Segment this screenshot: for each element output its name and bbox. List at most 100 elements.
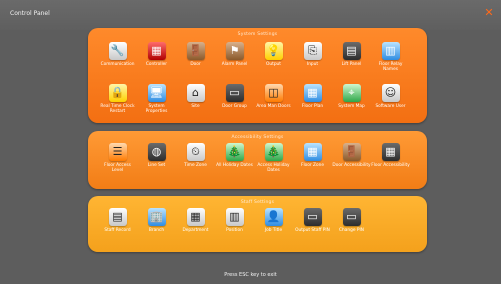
staff-record-icon: ▤	[108, 208, 127, 226]
position-icon: ▥	[225, 208, 244, 226]
map-icon: ⌖	[342, 84, 361, 102]
output-pin-icon: ▭	[303, 208, 322, 226]
control-tile-2-0[interactable]: ▤ Staff Record	[98, 208, 137, 250]
control-tile-label: Site	[191, 104, 200, 109]
area-icon: ◫	[264, 84, 283, 102]
lightbulb-icon: 💡	[264, 42, 283, 60]
control-tile-0-11[interactable]: ▭ Door Group	[215, 84, 254, 126]
control-tile-0-12[interactable]: ◫ Area Man Doors	[254, 84, 293, 126]
home-icon: ⌂	[186, 84, 205, 102]
control-tile-0-5[interactable]: ⎘ Input	[293, 42, 332, 84]
control-tile-label: Input	[306, 62, 319, 67]
input-icon: ⎘	[303, 42, 322, 60]
control-tile-label: System Map	[338, 104, 365, 109]
holiday-tree-icon: 🎄	[225, 143, 244, 161]
control-tile-0-4[interactable]: 💡 Output	[254, 42, 293, 84]
control-tile-2-2[interactable]: ▦ Department	[176, 208, 215, 250]
accessibility-settings-grid: ☰ Floor Access Level ◍ Line Set ⏲ Time Zone 🎄 A…	[98, 143, 417, 185]
control-tile-label: Lift Panel	[341, 62, 362, 67]
control-tile-label: Output	[266, 62, 281, 67]
control-tile-0-8[interactable]: 🔒 Real Time Clock Restart	[98, 84, 137, 126]
control-tile-label: Time Zone	[184, 163, 207, 168]
staff-settings-panel: Staff Settings ▤ Staff Record 🏢 Branch ▦ Depa…	[88, 196, 427, 252]
control-tile-label: Door Accessibility	[332, 163, 371, 168]
control-tile-2-5[interactable]: ▭ Output Staff PIN	[293, 208, 332, 250]
control-tile-label: Line Set	[147, 163, 166, 168]
control-tile-label: Floor Accessibility	[371, 163, 410, 168]
control-tile-2-3[interactable]: ▥ Position	[215, 208, 254, 250]
software-user-icon: ☺	[381, 84, 400, 102]
accessibility-settings-panel: Accessibility Settings ☰ Floor Access Lev…	[88, 131, 427, 189]
control-tile-label: Job Title	[264, 228, 283, 233]
control-tile-label: Department	[182, 228, 209, 233]
control-tile-label: Access Holiday Dates	[257, 163, 290, 173]
control-tile-2-6[interactable]: ▭ Change PIN	[332, 208, 371, 250]
control-tile-1-0[interactable]: ☰ Floor Access Level	[98, 143, 137, 185]
control-tile-0-10[interactable]: ⌂ Site	[176, 84, 215, 126]
branch-icon: 🏢	[147, 208, 166, 226]
control-tile-0-14[interactable]: ⌖ System Map	[332, 84, 371, 126]
floor-relay-icon: ▥	[381, 42, 400, 60]
control-tile-label: Area Man Doors	[256, 104, 291, 109]
control-tile-1-3[interactable]: 🎄 All Holiday Dates	[215, 143, 254, 185]
access-level-icon: ☰	[108, 143, 127, 161]
control-tile-1-4[interactable]: 🎄 Access Holiday Dates	[254, 143, 293, 185]
control-tile-label: Floor Relay Names	[378, 62, 403, 72]
holiday-info-icon: 🎄	[264, 143, 283, 161]
control-tile-label: Branch	[148, 228, 165, 233]
floor-plan-icon: ▦	[303, 84, 322, 102]
control-tile-label: Floor Plan	[301, 104, 324, 109]
control-tile-0-3[interactable]: ⚑ Alarm Panel	[215, 42, 254, 84]
control-tile-1-2[interactable]: ⏲ Time Zone	[176, 143, 215, 185]
control-tile-0-7[interactable]: ▥ Floor Relay Names	[371, 42, 410, 84]
control-tile-0-15[interactable]: ☺ Software User	[371, 84, 410, 126]
accessibility-settings-title: Accessibility Settings	[231, 135, 284, 140]
system-settings-title: System Settings	[237, 32, 278, 37]
system-settings-grid: 🔧 Communication ▦ Controller 🚪 Door ⚑ Alarm Pan…	[98, 42, 417, 126]
alarm-panel-icon: ⚑	[225, 42, 244, 60]
staff-settings-title: Staff Settings	[240, 200, 275, 205]
tools-icon: 🔧	[108, 42, 127, 60]
lift-panel-icon: ▤	[342, 42, 361, 60]
control-tile-label: Floor Zone	[301, 163, 324, 168]
control-tile-label: Output Staff PIN	[295, 228, 330, 233]
control-tile-2-4[interactable]: 👤 Job Title	[254, 208, 293, 250]
floor-access-icon: ▦	[381, 143, 400, 161]
control-tile-2-1[interactable]: 🏢 Branch	[137, 208, 176, 250]
title-bar: Control Panel ✕	[0, 0, 501, 30]
footer-hint: Press ESC key to exit	[224, 272, 277, 278]
control-tile-label: System Properties	[145, 104, 168, 114]
control-tile-0-0[interactable]: 🔧 Communication	[98, 42, 137, 84]
control-tile-label: Alarm Panel	[221, 62, 248, 67]
system-settings-panel: System Settings 🔧 Communication ▦ Controlle…	[88, 28, 427, 123]
control-tile-label: Position	[226, 228, 243, 233]
control-tile-1-5[interactable]: ▦ Floor Zone	[293, 143, 332, 185]
controller-icon: ▦	[147, 42, 166, 60]
monitor-icon: 🖥	[147, 84, 166, 102]
control-tile-label: Controller	[145, 62, 168, 67]
change-pin-icon: ▭	[342, 208, 361, 226]
control-tile-0-13[interactable]: ▦ Floor Plan	[293, 84, 332, 126]
door-icon: 🚪	[186, 42, 205, 60]
job-title-icon: 👤	[264, 208, 283, 226]
control-tile-label: Door Group	[222, 104, 247, 109]
control-tile-label: Change PIN	[339, 228, 364, 233]
control-tile-label: Door	[190, 62, 201, 67]
control-tile-0-9[interactable]: 🖥 System Properties	[137, 84, 176, 126]
control-tile-label: All Holiday Dates	[216, 163, 253, 168]
close-icon[interactable]: ✕	[483, 7, 495, 19]
control-tile-label: Staff Record	[104, 228, 131, 233]
control-tile-label: Real Time Clock Restart	[100, 104, 135, 114]
control-tile-0-1[interactable]: ▦ Controller	[137, 42, 176, 84]
door-group-icon: ▭	[225, 84, 244, 102]
control-tile-1-1[interactable]: ◍ Line Set	[137, 143, 176, 185]
control-tile-1-7[interactable]: ▦ Floor Accessibility	[371, 143, 410, 185]
floor-zone-icon: ▦	[303, 143, 322, 161]
clock-icon: ⏲	[186, 143, 205, 161]
control-tile-label: Software User	[375, 104, 406, 109]
control-tile-1-6[interactable]: 🚪 Door Accessibility	[332, 143, 371, 185]
control-tile-0-6[interactable]: ▤ Lift Panel	[332, 42, 371, 84]
control-tile-0-2[interactable]: 🚪 Door	[176, 42, 215, 84]
door-access-icon: 🚪	[342, 143, 361, 161]
control-tile-label: Floor Access Level	[104, 163, 131, 173]
